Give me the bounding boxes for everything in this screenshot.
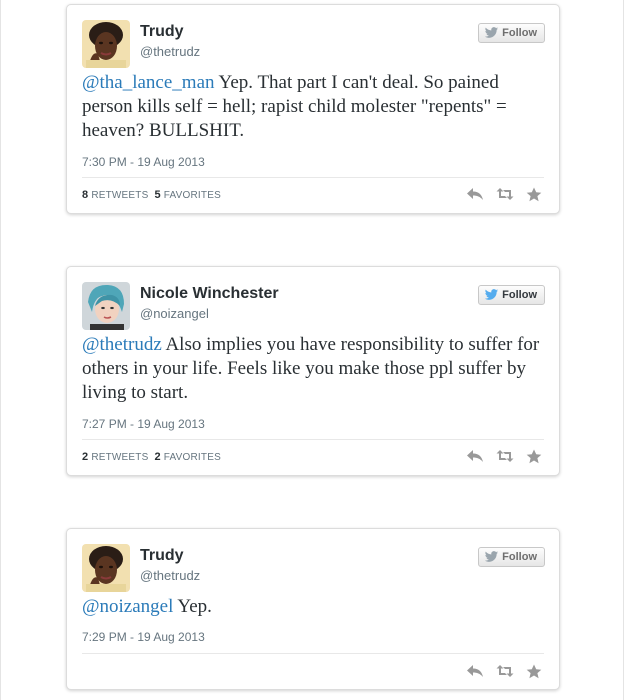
retweet-count[interactable]: 2 (82, 451, 88, 463)
follow-button[interactable]: Follow (478, 23, 545, 43)
tweet-stats: 8 RETWEETS 5 FAVORITES (82, 189, 221, 201)
reply-icon[interactable] (466, 664, 484, 678)
avatar[interactable] (82, 20, 130, 68)
tweet-body: Yep. (173, 596, 212, 617)
embedded-tweet: Nicole Winchester @noizangel Follow @the… (66, 266, 560, 476)
retweets-label[interactable]: RETWEETS (91, 452, 148, 463)
divider (82, 439, 544, 440)
tweet-stats: 2 RETWEETS 2 FAVORITES (82, 451, 221, 463)
tweet-timestamp[interactable]: 7:30 PM - 19 Aug 2013 (82, 155, 205, 169)
author-handle[interactable]: @noizangel (140, 306, 209, 321)
avatar[interactable] (82, 544, 130, 592)
follow-button[interactable]: Follow (478, 547, 545, 567)
page-border-right (623, 0, 624, 700)
author-name[interactable]: Trudy (140, 547, 184, 565)
favorite-icon[interactable] (526, 187, 544, 202)
bird-icon (485, 551, 499, 562)
retweet-icon[interactable] (496, 664, 514, 678)
mention-link[interactable]: @thetrudz (82, 334, 162, 355)
favorite-count[interactable]: 2 (154, 451, 160, 463)
tweet-timestamp[interactable]: 7:27 PM - 19 Aug 2013 (82, 417, 205, 431)
tweet-actions (466, 664, 544, 679)
favorites-label[interactable]: FAVORITES (164, 452, 221, 463)
favorites-label[interactable]: FAVORITES (164, 190, 221, 201)
tweet-actions (466, 449, 544, 464)
page-border-left (0, 0, 1, 700)
tweet-timestamp[interactable]: 7:29 PM - 19 Aug 2013 (82, 630, 205, 644)
author-handle[interactable]: @thetrudz (140, 568, 200, 583)
reply-icon[interactable] (466, 187, 484, 201)
author-name[interactable]: Trudy (140, 23, 184, 41)
divider (82, 653, 544, 654)
follow-label: Follow (502, 289, 537, 301)
tweet-text: @thetrudz Also implies you have responsi… (82, 333, 541, 405)
embedded-tweet: Trudy @thetrudz Follow @noizangel Yep. 7… (66, 528, 560, 690)
embedded-tweet: Trudy @thetrudz Follow @tha_lance_man Ye… (66, 4, 560, 214)
tweet-text: @noizangel Yep. (82, 595, 541, 619)
follow-label: Follow (502, 551, 537, 563)
tweet-actions (466, 187, 544, 202)
bird-icon (485, 27, 499, 38)
author-name[interactable]: Nicole Winchester (140, 285, 279, 303)
retweet-count[interactable]: 8 (82, 189, 88, 201)
favorite-icon[interactable] (526, 664, 544, 679)
author-handle[interactable]: @thetrudz (140, 44, 200, 59)
retweet-icon[interactable] (496, 449, 514, 463)
bird-icon (485, 289, 499, 300)
favorite-count[interactable]: 5 (154, 189, 160, 201)
retweets-label[interactable]: RETWEETS (91, 190, 148, 201)
mention-link[interactable]: @noizangel (82, 596, 173, 617)
tweet-text: @tha_lance_man Yep. That part I can't de… (82, 71, 541, 143)
mention-link[interactable]: @tha_lance_man (82, 72, 215, 93)
divider (82, 177, 544, 178)
favorite-icon[interactable] (526, 449, 544, 464)
retweet-icon[interactable] (496, 187, 514, 201)
reply-icon[interactable] (466, 449, 484, 463)
avatar[interactable] (82, 282, 130, 330)
follow-label: Follow (502, 27, 537, 39)
follow-button[interactable]: Follow (478, 285, 545, 305)
